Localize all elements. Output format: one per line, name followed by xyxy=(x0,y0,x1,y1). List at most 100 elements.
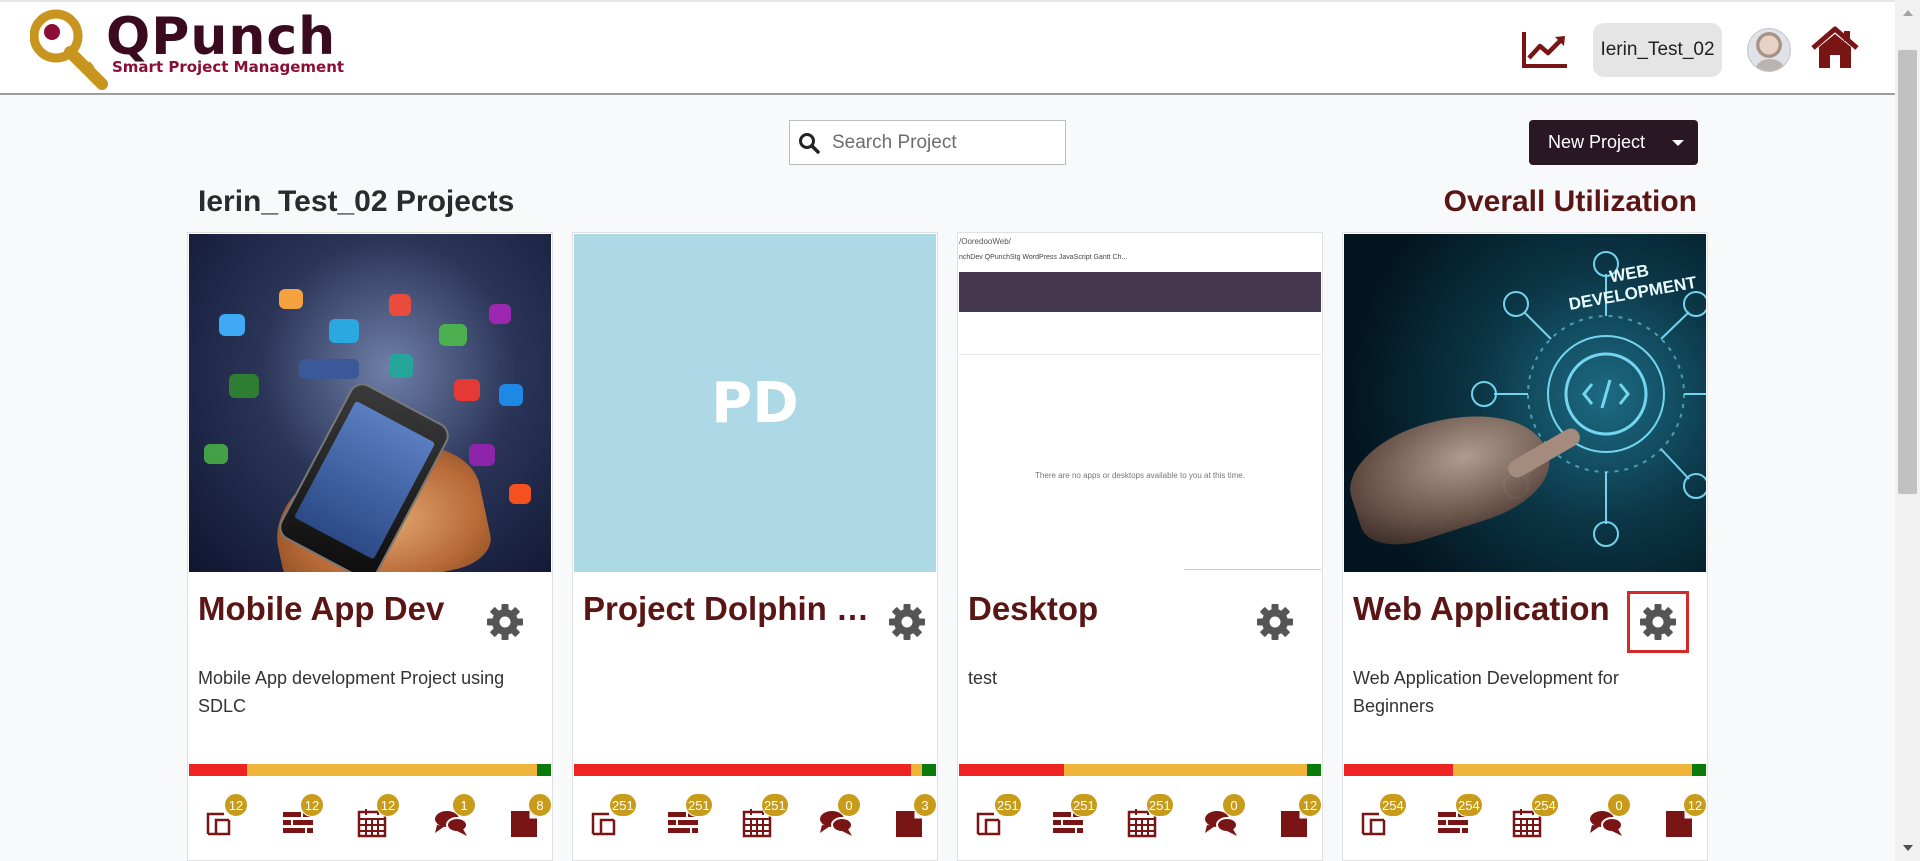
top-navbar: QPunch Smart Project Management Ierin_Te… xyxy=(0,0,1895,95)
home-icon[interactable] xyxy=(1810,26,1860,70)
utilization-bar xyxy=(1344,764,1706,776)
stat-documents[interactable]: 3 xyxy=(891,793,937,839)
count-badge: 254 xyxy=(1379,793,1407,817)
project-title[interactable]: Project Dolphin Fit... xyxy=(583,590,873,628)
scroll-down-arrow-icon[interactable] xyxy=(1903,845,1913,851)
project-image[interactable] xyxy=(189,234,551,572)
count-badge: 251 xyxy=(1070,793,1098,817)
stat-modules[interactable]: 251 xyxy=(972,793,1022,839)
stat-tasks[interactable]: 251 xyxy=(663,793,713,839)
project-title[interactable]: Mobile App Dev xyxy=(198,590,444,628)
stat-comments[interactable]: 0 xyxy=(815,793,861,839)
project-initials-placeholder: PD xyxy=(574,234,936,572)
utilization-bar-amber xyxy=(910,764,922,776)
count-badge: 254 xyxy=(1455,793,1483,817)
trend-chart-icon[interactable] xyxy=(1520,28,1570,70)
utilization-bar-green xyxy=(536,764,551,776)
search-project-input[interactable] xyxy=(832,131,1032,154)
project-stats: 251 251 251 0 12 xyxy=(958,783,1324,853)
logo-tagline: Smart Project Management xyxy=(112,58,345,76)
count-badge: 8 xyxy=(528,793,552,817)
project-description: Mobile App development Project using SDL… xyxy=(198,668,505,716)
gear-icon[interactable] xyxy=(887,602,927,642)
count-badge: 1 xyxy=(452,793,476,817)
project-card-web-application[interactable]: WEB DEVELOPMENT Web Application Web Appl… xyxy=(1342,232,1708,861)
stat-modules[interactable]: 12 xyxy=(202,793,248,839)
user-avatar[interactable] xyxy=(1747,28,1791,72)
stat-schedule[interactable]: 251 xyxy=(739,793,789,839)
utilization-bar-green xyxy=(921,764,936,776)
desktop-screenshot: /OoredooWeb/ nchDev QPunchStg WordPress … xyxy=(959,234,1321,572)
user-name-button[interactable]: Ierin_Test_02 xyxy=(1593,23,1722,77)
stat-schedule[interactable]: 254 xyxy=(1509,793,1559,839)
project-stats: 254 254 254 0 12 xyxy=(1343,783,1709,853)
stat-schedule[interactable]: 251 xyxy=(1124,793,1174,839)
project-description: test xyxy=(968,668,998,688)
project-card-dolphin-fit[interactable]: PD Project Dolphin Fit... 251 251 251 0 3 xyxy=(572,232,938,861)
new-project-label: New Project xyxy=(1548,132,1646,152)
stat-modules[interactable]: 254 xyxy=(1357,793,1407,839)
project-description: Web Application Development for Beginner… xyxy=(1353,668,1619,716)
utilization-bar-red xyxy=(959,764,1064,776)
gear-icon[interactable] xyxy=(1627,591,1689,653)
count-badge: 251 xyxy=(685,793,713,817)
stat-tasks[interactable]: 12 xyxy=(278,793,324,839)
stat-tasks[interactable]: 254 xyxy=(1433,793,1483,839)
count-badge: 0 xyxy=(1222,793,1246,817)
search-project-box[interactable] xyxy=(789,120,1066,165)
utilization-bar-red xyxy=(574,764,911,776)
project-title[interactable]: Web Application xyxy=(1353,590,1610,628)
stat-documents[interactable]: 12 xyxy=(1276,793,1322,839)
project-image[interactable]: /OoredooWeb/ nchDev QPunchStg WordPress … xyxy=(959,234,1321,572)
project-image[interactable]: WEB DEVELOPMENT xyxy=(1344,234,1706,572)
overall-utilization-link[interactable]: Overall Utilization xyxy=(1444,185,1697,219)
project-title[interactable]: Desktop xyxy=(968,590,1098,628)
stat-documents[interactable]: 8 xyxy=(506,793,552,839)
scroll-thumb[interactable] xyxy=(1898,50,1917,494)
count-badge: 12 xyxy=(376,793,400,817)
page-scrollbar[interactable] xyxy=(1895,0,1920,861)
project-image[interactable]: PD xyxy=(574,234,936,572)
scroll-up-arrow-icon[interactable] xyxy=(1903,10,1913,16)
gear-icon[interactable] xyxy=(1255,602,1295,642)
project-card-desktop[interactable]: /OoredooWeb/ nchDev QPunchStg WordPress … xyxy=(957,232,1323,861)
utilization-bar-green xyxy=(1691,764,1706,776)
count-badge: 0 xyxy=(1607,793,1631,817)
mobile-apps-photo xyxy=(189,234,551,572)
stat-comments[interactable]: 1 xyxy=(430,793,476,839)
projects-heading: Ierin_Test_02 Projects xyxy=(198,185,515,218)
count-badge: 251 xyxy=(609,793,637,817)
utilization-bar-red xyxy=(189,764,247,776)
stat-documents[interactable]: 12 xyxy=(1661,793,1707,839)
search-icon xyxy=(799,132,820,154)
count-badge: 12 xyxy=(1298,793,1322,817)
logo-text: QPunch xyxy=(106,7,337,67)
utilization-bar-green xyxy=(1306,764,1321,776)
web-development-photo: WEB DEVELOPMENT xyxy=(1344,234,1706,572)
stat-comments[interactable]: 0 xyxy=(1200,793,1246,839)
stat-comments[interactable]: 0 xyxy=(1585,793,1631,839)
utilization-bar-red xyxy=(1344,764,1453,776)
count-badge: 12 xyxy=(1683,793,1707,817)
new-project-button[interactable]: New Project xyxy=(1529,120,1698,165)
project-card-mobile-app-dev[interactable]: Mobile App Dev Mobile App development Pr… xyxy=(187,232,553,861)
stat-tasks[interactable]: 251 xyxy=(1048,793,1098,839)
utilization-bar-amber xyxy=(246,764,537,776)
count-badge: 3 xyxy=(913,793,937,817)
utilization-bar xyxy=(189,764,551,776)
utilization-bar xyxy=(959,764,1321,776)
count-badge: 12 xyxy=(300,793,324,817)
count-badge: 254 xyxy=(1531,793,1559,817)
stat-modules[interactable]: 251 xyxy=(587,793,637,839)
count-badge: 12 xyxy=(224,793,248,817)
qpunch-logo[interactable]: QPunch Smart Project Management xyxy=(30,8,344,94)
count-badge: 251 xyxy=(994,793,1022,817)
utilization-bar-amber xyxy=(1452,764,1692,776)
count-badge: 251 xyxy=(1146,793,1174,817)
project-stats: 251 251 251 0 3 xyxy=(573,783,939,853)
gear-icon[interactable] xyxy=(485,602,525,642)
chevron-down-icon[interactable] xyxy=(1672,139,1684,146)
project-stats: 12 12 12 1 8 xyxy=(188,783,554,853)
utilization-bar-amber xyxy=(1063,764,1307,776)
stat-schedule[interactable]: 12 xyxy=(354,793,400,839)
